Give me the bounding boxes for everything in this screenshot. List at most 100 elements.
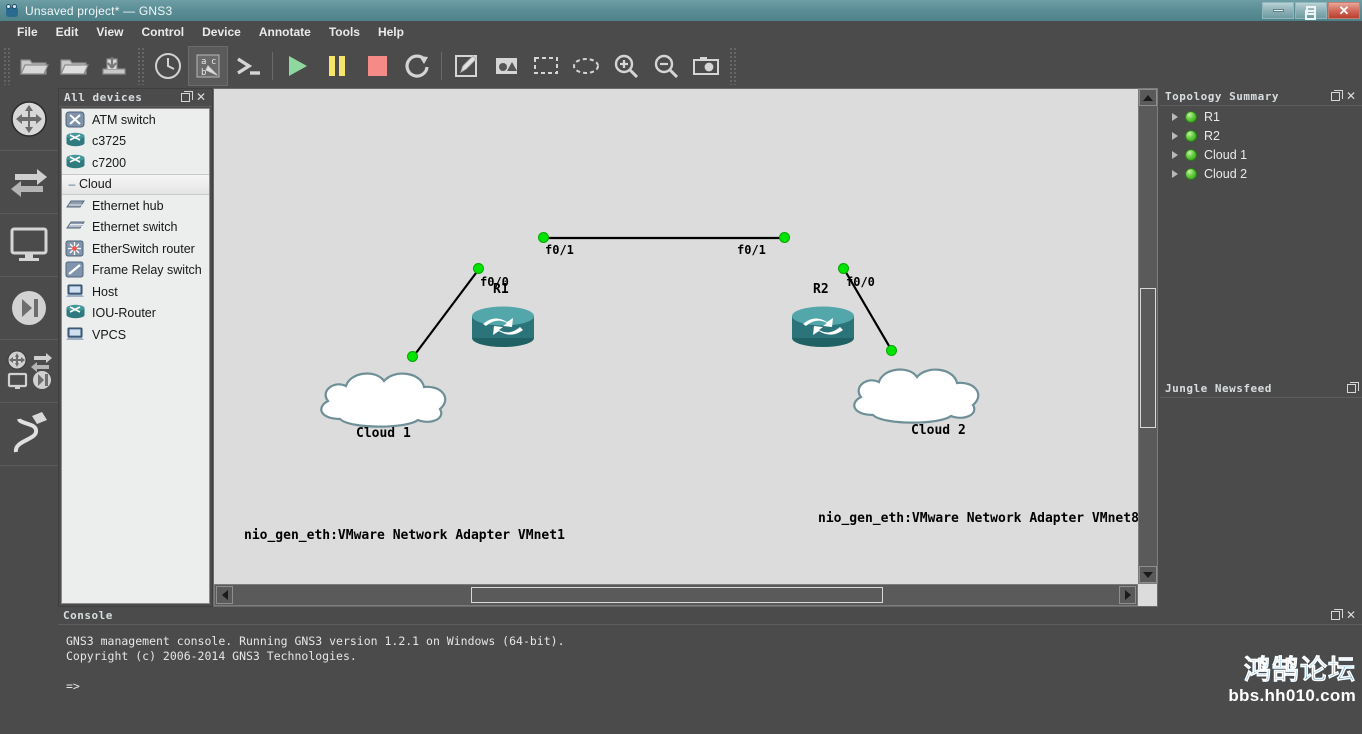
- menu-edit[interactable]: Edit: [47, 23, 88, 41]
- topology-canvas[interactable]: R1 f0/1 f0/0 R2 f0/1 f0/0 Cloud 1 nio_ge…: [213, 88, 1158, 607]
- link-endpoint-cloud-2[interactable]: [886, 345, 897, 356]
- image-icon: [496, 57, 517, 74]
- minimize-button[interactable]: [1262, 2, 1294, 19]
- menu-control[interactable]: Control: [132, 23, 193, 41]
- node-cloud-1[interactable]: [306, 363, 462, 429]
- node-caption-cloud-1: nio_gen_eth:VMware Network Adapter VMnet…: [244, 528, 565, 543]
- switch-arrows-icon: [11, 169, 47, 197]
- new-project-button[interactable]: [14, 46, 54, 86]
- console-all-button[interactable]: [228, 46, 268, 86]
- console-output[interactable]: GNS3 management console. Running GNS3 ve…: [60, 626, 1360, 732]
- float-icon[interactable]: [1347, 382, 1359, 393]
- draw-rectangle-button[interactable]: [526, 46, 566, 86]
- vertical-scroll-thumb[interactable]: [1140, 288, 1156, 428]
- link-endpoint-r2-f01[interactable]: [779, 232, 790, 243]
- chevron-right-icon[interactable]: [1172, 131, 1178, 140]
- node-r2[interactable]: [789, 302, 857, 348]
- summary-item-cloud-2[interactable]: Cloud 2: [1162, 164, 1362, 183]
- suspend-all-button[interactable]: [317, 46, 357, 86]
- canvas-horizontal-scrollbar[interactable]: [214, 584, 1138, 606]
- device-item-cloud[interactable]: – Cloud: [62, 173, 209, 195]
- iface-label-r1-f00: f0/0: [480, 275, 509, 289]
- save-project-button[interactable]: [94, 46, 134, 86]
- chevron-right-icon[interactable]: [1172, 169, 1178, 178]
- status-led: [1185, 167, 1197, 180]
- scroll-up-button[interactable]: [1139, 89, 1157, 106]
- screenshot-button[interactable]: [686, 46, 726, 86]
- scroll-left-button[interactable]: [216, 586, 233, 604]
- device-item-ethernet-hub[interactable]: Ethernet hub: [62, 195, 209, 217]
- menu-tools[interactable]: Tools: [320, 23, 369, 41]
- svg-text:b: b: [201, 68, 206, 78]
- start-all-button[interactable]: [277, 46, 317, 86]
- routers-button[interactable]: [0, 88, 58, 151]
- router-icon: [65, 154, 87, 172]
- device-item-frame-relay-switch[interactable]: Frame Relay switch: [62, 260, 209, 282]
- router-icon: [65, 304, 87, 322]
- float-icon[interactable]: [1330, 90, 1343, 101]
- menu-help[interactable]: Help: [369, 23, 413, 41]
- chevron-right-icon[interactable]: [1172, 112, 1178, 121]
- topology-summary-list[interactable]: R1 R2 Cloud 1 Cloud 2: [1162, 107, 1362, 380]
- device-item-host[interactable]: Host: [62, 281, 209, 303]
- toolbar-separator-2: [441, 51, 442, 80]
- summary-item-cloud-1[interactable]: Cloud 1: [1162, 145, 1362, 164]
- link-endpoint-r1-f01[interactable]: [538, 232, 549, 243]
- zoom-out-button[interactable]: [646, 46, 686, 86]
- toolbar-handle[interactable]: [3, 46, 11, 85]
- stop-all-button[interactable]: [357, 46, 397, 86]
- zoom-in-button[interactable]: [606, 46, 646, 86]
- menu-view[interactable]: View: [87, 23, 132, 41]
- float-icon[interactable]: [180, 91, 193, 102]
- close-icon[interactable]: ✕: [1346, 609, 1356, 621]
- console-panel: Console ✕ GNS3 management console. Runni…: [58, 607, 1362, 734]
- close-icon[interactable]: ✕: [1346, 90, 1356, 102]
- toolbar-handle-2[interactable]: [137, 46, 145, 85]
- switch-icon: [65, 218, 87, 236]
- chevron-right-icon[interactable]: [1172, 150, 1178, 159]
- menu-annotate[interactable]: Annotate: [250, 23, 320, 41]
- open-project-button[interactable]: [54, 46, 94, 86]
- node-r1[interactable]: [469, 302, 537, 348]
- float-icon[interactable]: [1330, 609, 1343, 620]
- device-item-atm-switch[interactable]: ATM switch: [62, 109, 209, 131]
- horizontal-scroll-thumb[interactable]: [471, 587, 883, 603]
- insert-image-button[interactable]: [486, 46, 526, 86]
- add-note-button[interactable]: [446, 46, 486, 86]
- link-endpoint-r2-f00[interactable]: [838, 263, 849, 274]
- summary-item-r1[interactable]: R1: [1162, 107, 1362, 126]
- all-devices-button[interactable]: [0, 340, 58, 403]
- reload-all-button[interactable]: [397, 46, 437, 86]
- device-item-c3725[interactable]: c3725: [62, 131, 209, 153]
- scroll-down-button[interactable]: [1139, 566, 1157, 583]
- device-item-vpcs[interactable]: VPCS: [62, 324, 209, 346]
- link-endpoint-cloud-1[interactable]: [407, 351, 418, 362]
- switches-button[interactable]: [0, 151, 58, 214]
- restore-button[interactable]: [1295, 2, 1327, 20]
- canvas-vertical-scrollbar[interactable]: [1138, 88, 1158, 584]
- close-icon: ✕: [1338, 3, 1350, 18]
- menu-device[interactable]: Device: [193, 23, 250, 41]
- close-button[interactable]: ✕: [1328, 2, 1360, 19]
- main-toolbar: a c b: [0, 43, 1362, 88]
- device-item-ethernet-switch[interactable]: Ethernet switch: [62, 217, 209, 239]
- end-devices-button[interactable]: [0, 214, 58, 277]
- summary-item-r2[interactable]: R2: [1162, 126, 1362, 145]
- node-cloud-2[interactable]: [839, 359, 995, 425]
- link-endpoint-r1-f00[interactable]: [473, 263, 484, 274]
- device-item-iou-router[interactable]: IOU-Router: [62, 303, 209, 325]
- add-link-button[interactable]: [0, 403, 58, 466]
- cloud-icon: [853, 368, 980, 424]
- device-item-etherswitch-router[interactable]: EtherSwitch router: [62, 238, 209, 260]
- show-hide-interface-labels-button[interactable]: a c b: [188, 45, 228, 86]
- close-icon[interactable]: ✕: [196, 91, 206, 103]
- device-list[interactable]: ATM switch c3725 c7200 – Cloud Ethernet …: [61, 108, 210, 604]
- toolbar-handle-3[interactable]: [729, 46, 737, 85]
- summary-label: R1: [1204, 109, 1220, 124]
- draw-ellipse-button[interactable]: [566, 46, 606, 86]
- device-item-c7200[interactable]: c7200: [62, 152, 209, 174]
- scroll-right-button[interactable]: [1119, 586, 1136, 604]
- menu-file[interactable]: File: [8, 23, 47, 41]
- security-devices-button[interactable]: [0, 277, 58, 340]
- snapshot-button[interactable]: [148, 46, 188, 86]
